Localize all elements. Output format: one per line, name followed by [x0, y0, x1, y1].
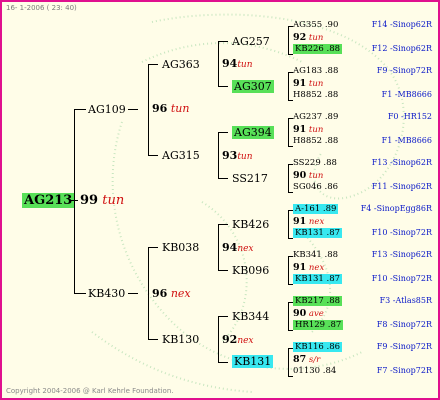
- gen4-parent-a-6[interactable]: KB217 .88: [293, 296, 343, 307]
- gen4-info-b-5: F10 -Sinop72R: [371, 274, 432, 283]
- gen4-score-5: 91 nex: [293, 262, 325, 273]
- footer-copyright: Copyright 2004-2006 @ Karl Kehrle Founda…: [6, 387, 174, 395]
- gen2-score-1: 93tun: [222, 149, 253, 162]
- bracket-line: [288, 210, 289, 238]
- gen4-info-a-2: F0 -HR152: [387, 112, 432, 121]
- gen3-node-7[interactable]: KB131: [232, 355, 274, 368]
- header-timestamp: 16- 1-2006 ( 23: 40): [6, 4, 77, 12]
- gen4-score-3: 90 tun: [293, 170, 324, 181]
- gen4-info-a-1: F9 -Sinop72R: [376, 66, 432, 75]
- gen1-node-1[interactable]: KB430: [88, 287, 125, 300]
- gen4-parent-b-2[interactable]: H8852 .88: [293, 136, 338, 147]
- gen4-info-b-4: F10 -Sinop72R: [371, 228, 432, 237]
- gen4-parent-a-2[interactable]: AG237 .89: [293, 112, 338, 123]
- gen4-parent-a-1[interactable]: AG183 .88: [293, 66, 338, 77]
- bracket-line: [288, 26, 289, 54]
- gen2-node-3[interactable]: KB130: [162, 333, 199, 346]
- gen4-info-a-7: F9 -Sinop72R: [376, 342, 432, 351]
- gen4-parent-b-0[interactable]: KB226 .88: [293, 44, 343, 55]
- gen4-parent-b-6[interactable]: HR129 .87: [293, 320, 344, 331]
- gen4-score-0: 92 tun: [293, 32, 324, 43]
- gen2-score-3: 92nex: [222, 333, 254, 346]
- gen4-parent-b-7[interactable]: 01130 .84: [293, 366, 336, 377]
- gen4-parent-a-4[interactable]: A-161 .89: [293, 204, 339, 215]
- bracket-line: [288, 256, 289, 284]
- gen4-info-b-1: F1 -MB8666: [381, 90, 432, 99]
- gen3-node-5[interactable]: KB096: [232, 264, 269, 277]
- gen4-parent-a-0[interactable]: AG355 .90: [293, 20, 338, 31]
- gen3-node-4[interactable]: KB426: [232, 218, 269, 231]
- gen4-parent-b-5[interactable]: KB131 .87: [293, 274, 343, 285]
- gen4-score-1: 91 tun: [293, 78, 324, 89]
- gen1-node-0[interactable]: AG109: [88, 103, 126, 116]
- root-score: 99 tun: [80, 193, 125, 208]
- root-node[interactable]: AG213: [22, 193, 75, 208]
- gen4-info-b-3: F11 -Sinop62R: [371, 182, 432, 191]
- gen4-info-b-6: F8 -Sinop72R: [376, 320, 432, 329]
- gen1-score-1: 96 nex: [152, 287, 191, 300]
- gen1-score-0: 96 tun: [152, 102, 190, 115]
- gen4-score-2: 91 tun: [293, 124, 324, 135]
- gen4-info-a-6: F3 -Atlas85R: [379, 296, 432, 305]
- gen2-node-2[interactable]: KB038: [162, 241, 199, 254]
- bracket-line: [288, 164, 289, 192]
- gen4-info-a-4: F4 -SinopEgg86R: [360, 204, 432, 213]
- bracket-line: [288, 72, 289, 100]
- gen2-node-0[interactable]: AG363: [162, 58, 200, 71]
- root-name: AG213: [22, 193, 75, 208]
- gen4-score-6: 90 ave: [293, 308, 324, 319]
- gen4-parent-a-7[interactable]: KB116 .86: [293, 342, 343, 353]
- gen3-node-2[interactable]: AG394: [232, 126, 274, 139]
- gen4-info-a-3: F13 -Sinop62R: [371, 158, 432, 167]
- bracket-line: [288, 302, 289, 330]
- pedigree-frame: 16- 1-2006 ( 23: 40) Copyright 2004-2006…: [0, 0, 440, 400]
- gen3-node-3[interactable]: SS217: [232, 172, 268, 185]
- gen4-info-a-0: F14 -Sinop62R: [371, 20, 432, 29]
- gen4-info-a-5: F13 -Sinop62R: [371, 250, 432, 259]
- gen2-node-1[interactable]: AG315: [162, 149, 200, 162]
- gen3-node-1[interactable]: AG307: [232, 80, 274, 93]
- gen4-parent-b-1[interactable]: H8852 .88: [293, 90, 338, 101]
- gen4-score-7: 87 s/r: [293, 354, 321, 365]
- gen4-info-b-7: F7 -Sinop72R: [376, 366, 432, 375]
- gen3-node-6[interactable]: KB344: [232, 310, 269, 323]
- gen4-parent-a-5[interactable]: KB341 .88: [293, 250, 338, 261]
- gen4-info-b-2: F1 -MB8666: [381, 136, 432, 145]
- gen4-info-b-0: F12 -Sinop62R: [371, 44, 432, 53]
- gen4-score-4: 91 nex: [293, 216, 325, 227]
- gen2-score-0: 94tun: [222, 57, 253, 70]
- gen4-parent-b-4[interactable]: KB131 .87: [293, 228, 343, 239]
- gen2-score-2: 94nex: [222, 241, 254, 254]
- bracket-line: [288, 348, 289, 376]
- bracket-line: [288, 118, 289, 146]
- gen4-parent-b-3[interactable]: SG046 .86: [293, 182, 338, 193]
- gen3-node-0[interactable]: AG257: [232, 35, 270, 48]
- gen4-parent-a-3[interactable]: SS229 .88: [293, 158, 337, 169]
